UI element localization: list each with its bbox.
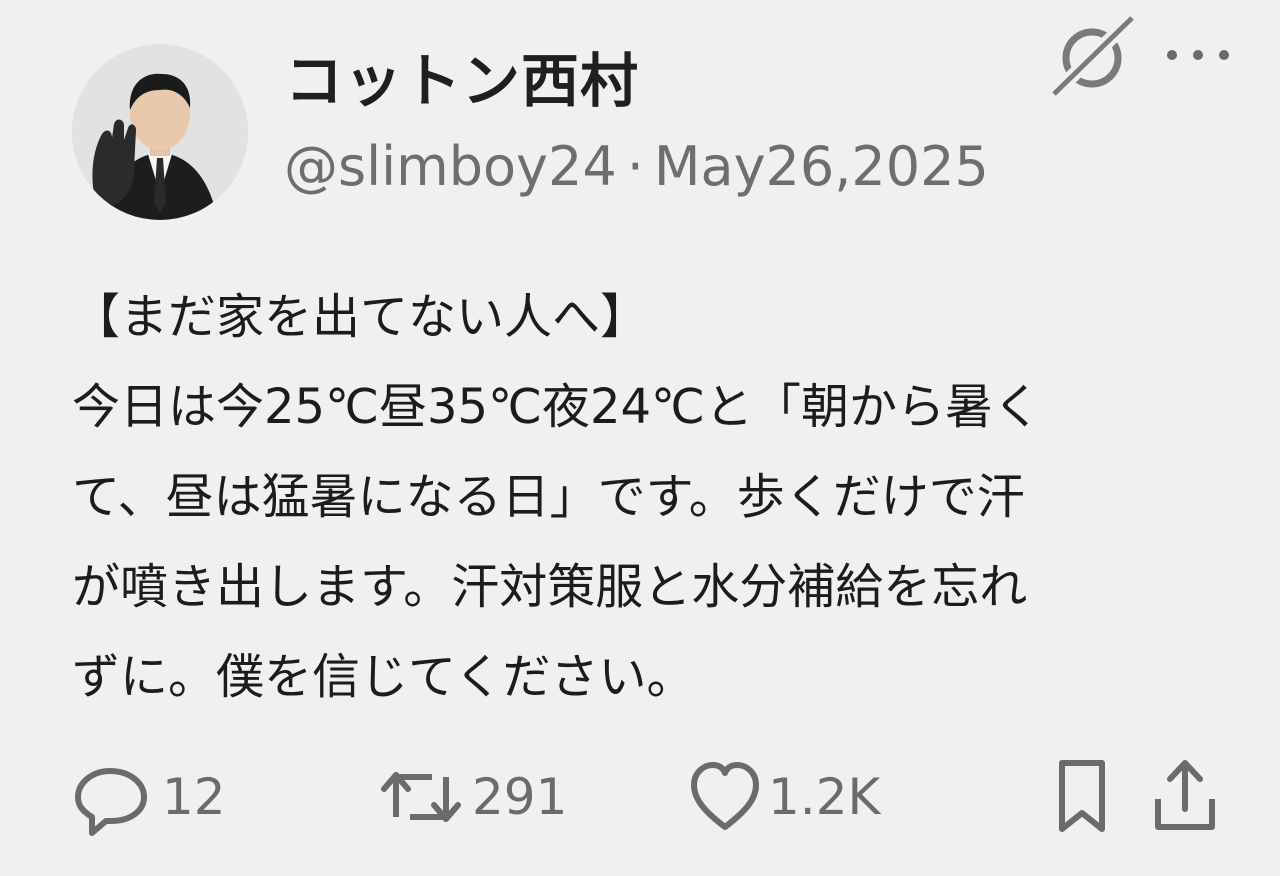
post-date[interactable]: May26,2025 — [654, 135, 989, 198]
tweet-line: 今日は今25℃昼35℃夜24℃と「朝から暑く — [72, 379, 1041, 435]
user-meta: @slimboy24 · May26,2025 — [284, 140, 989, 194]
share-icon — [1155, 760, 1215, 830]
like-count: 1.2K — [768, 768, 881, 826]
meta-separator: · — [626, 135, 644, 198]
tweet-line: が噴き出します。汗対策服と水分補給を忘れ — [72, 559, 1028, 615]
user-handle[interactable]: @slimboy24 — [284, 135, 617, 198]
more-icon[interactable] — [1162, 40, 1234, 70]
tweet-line: ずに。僕を信じてください。 — [72, 649, 695, 705]
share-button[interactable] — [1150, 752, 1220, 842]
retweet-count: 291 — [472, 768, 568, 826]
action-bar: 12 291 1.2K — [0, 752, 1280, 842]
avatar-image — [72, 44, 248, 220]
bookmark-button[interactable] — [1052, 752, 1112, 842]
retweet-button[interactable]: 291 — [380, 752, 567, 842]
reply-count: 12 — [162, 768, 226, 826]
tweet-line: 【まだ家を出てない人へ】 — [72, 289, 649, 345]
display-name[interactable]: コットン西村 — [285, 52, 639, 110]
tweet-card: コットン西村 @slimboy24 · May26,2025 【まだ家を出てない人へ… — [0, 0, 1280, 876]
reply-button[interactable]: 12 — [70, 752, 226, 842]
tweet-line: て、昼は猛暑になる日」です。歩くだけで汗 — [72, 469, 1025, 525]
grok-icon[interactable] — [1048, 12, 1138, 100]
bookmark-icon — [1059, 760, 1105, 832]
heart-icon — [691, 762, 759, 830]
reply-icon — [75, 768, 147, 836]
like-button[interactable]: 1.2K — [690, 752, 880, 842]
avatar[interactable] — [72, 44, 248, 220]
retweet-icon — [381, 772, 461, 822]
tweet-text: 【まだ家を出てない人へ】 今日は今25℃昼35℃夜24℃と「朝から暑く て、昼は… — [72, 272, 1222, 722]
